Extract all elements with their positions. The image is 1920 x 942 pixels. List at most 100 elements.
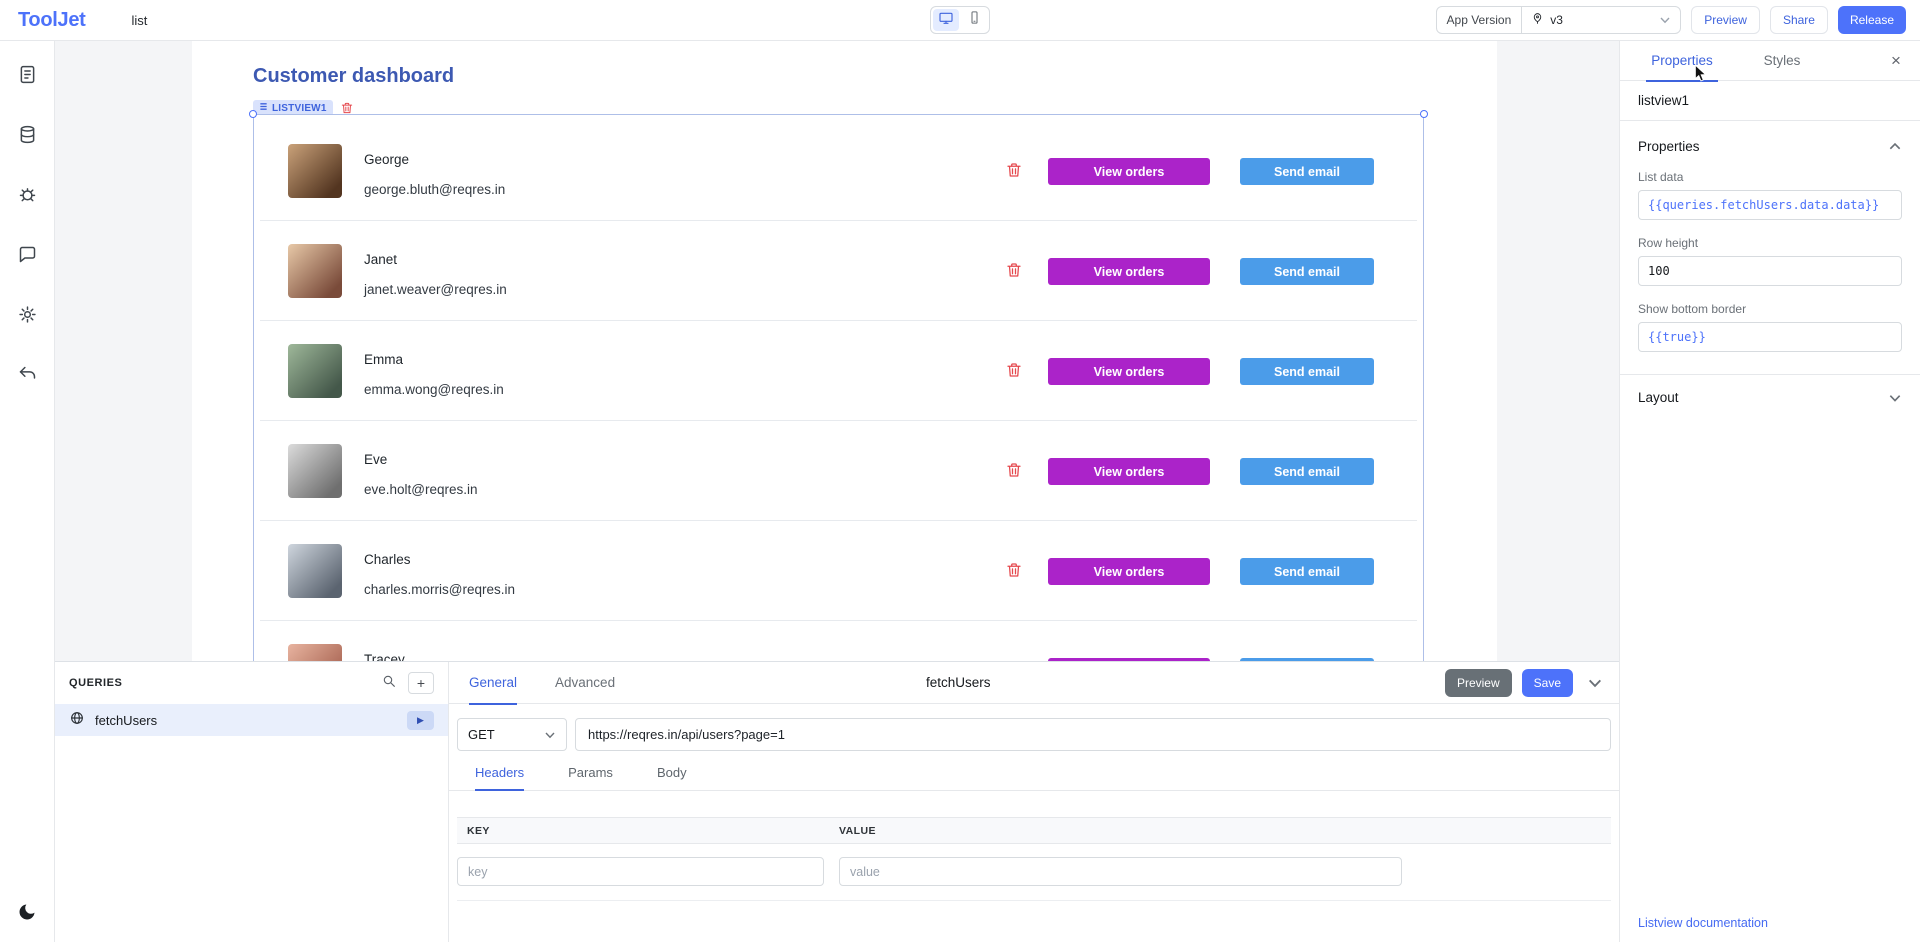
queries-list-pane: QUERIES + fetchUsers	[55, 662, 449, 942]
send-email-button[interactable]: Send email	[1240, 158, 1374, 185]
view-orders-button[interactable]: View orders	[1048, 458, 1210, 485]
preview-button[interactable]: Preview	[1691, 6, 1760, 34]
send-email-button[interactable]: Send email	[1240, 358, 1374, 385]
properties-section-header[interactable]: Properties	[1638, 139, 1902, 154]
app-name[interactable]: list	[132, 13, 148, 28]
layout-section-label: Layout	[1638, 390, 1679, 405]
listview-widget[interactable]: George george.bluth@reqres.in View order…	[253, 114, 1424, 661]
show-bottom-border-value: {{true}}	[1648, 330, 1706, 344]
close-icon[interactable]: ×	[1884, 51, 1908, 71]
app-canvas[interactable]: Customer dashboard LISTVIEW1	[192, 41, 1497, 661]
url-input[interactable]	[575, 718, 1611, 751]
settings-gear-icon[interactable]	[15, 302, 39, 326]
avatar	[288, 244, 342, 298]
avatar	[288, 644, 342, 661]
user-email: janet.weaver@reqres.in	[364, 282, 507, 297]
view-orders-button[interactable]: View orders	[1048, 158, 1210, 185]
trash-icon[interactable]	[1005, 461, 1023, 479]
row-height-input[interactable]: 100	[1638, 256, 1902, 286]
release-button[interactable]: Release	[1838, 6, 1906, 34]
avatar	[288, 144, 342, 198]
user-name: Charles	[364, 552, 411, 567]
resize-handle-top-right[interactable]	[1420, 110, 1428, 118]
comments-icon[interactable]	[15, 242, 39, 266]
trash-icon[interactable]	[1005, 161, 1023, 179]
tab-properties[interactable]: Properties	[1632, 41, 1732, 81]
header-value-input[interactable]	[839, 857, 1402, 886]
send-email-button[interactable]: Send email	[1240, 258, 1374, 285]
undo-icon[interactable]	[15, 362, 39, 386]
rest-api-icon	[69, 710, 85, 731]
send-email-button[interactable]: Send email	[1240, 558, 1374, 585]
field-label: Row height	[1638, 236, 1902, 250]
view-orders-button[interactable]: View orders	[1048, 358, 1210, 385]
datasources-icon[interactable]	[15, 122, 39, 146]
show-bottom-border-input[interactable]: {{true}}	[1638, 322, 1902, 352]
page-title[interactable]: Customer dashboard	[253, 65, 454, 88]
tab-params[interactable]: Params	[568, 765, 613, 790]
user-name: Emma	[364, 352, 403, 367]
properties-section-label: Properties	[1638, 139, 1700, 154]
version-dropdown[interactable]: v3	[1522, 12, 1680, 28]
trash-icon[interactable]	[1005, 561, 1023, 579]
search-query-button[interactable]	[376, 672, 402, 694]
send-email-button[interactable]: Send email	[1240, 458, 1374, 485]
listview-rows: George george.bluth@reqres.in View order…	[260, 121, 1417, 661]
request-tabs: Headers Params Body	[449, 751, 1619, 791]
query-panel: QUERIES + fetchUsers	[55, 661, 1619, 942]
desktop-view-button[interactable]	[933, 9, 959, 31]
layout-section-header[interactable]: Layout	[1638, 375, 1902, 420]
listview-documentation-link[interactable]: Listview documentation	[1638, 916, 1768, 930]
table-divider	[457, 900, 1611, 901]
user-email: george.bluth@reqres.in	[364, 182, 505, 197]
query-preview-button[interactable]: Preview	[1445, 669, 1512, 697]
user-email: eve.holt@reqres.in	[364, 482, 478, 497]
run-query-button[interactable]: ▶	[407, 711, 434, 730]
query-save-button[interactable]: Save	[1522, 669, 1573, 697]
tooljet-logo[interactable]: ToolJet	[18, 9, 86, 32]
debugger-icon[interactable]	[15, 182, 39, 206]
field-label: List data	[1638, 170, 1902, 184]
editor-canvas-area: Customer dashboard LISTVIEW1	[55, 41, 1619, 661]
tab-advanced[interactable]: Advanced	[555, 662, 615, 704]
trash-icon[interactable]	[1005, 361, 1023, 379]
add-query-button[interactable]: +	[408, 672, 434, 694]
trash-icon[interactable]	[1005, 261, 1023, 279]
view-orders-button[interactable]: View orders	[1048, 558, 1210, 585]
top-header: ToolJet list App Version	[0, 0, 1920, 41]
chevron-up-icon	[1888, 140, 1902, 154]
resize-handle-top-left[interactable]	[249, 110, 257, 118]
tab-styles[interactable]: Styles	[1732, 41, 1832, 81]
dark-mode-moon-icon[interactable]	[15, 900, 39, 924]
tab-body[interactable]: Body	[657, 765, 687, 790]
header-key-input[interactable]	[457, 857, 824, 886]
query-editor-header: General Advanced fetchUsers Preview Save	[449, 662, 1619, 704]
selected-query-name[interactable]: fetchUsers	[926, 662, 991, 704]
pages-icon[interactable]	[15, 62, 39, 86]
user-name: Tracey	[364, 652, 405, 661]
left-sidebar	[0, 41, 55, 942]
app-version-selector[interactable]: App Version v3	[1436, 6, 1682, 34]
device-toggle	[930, 6, 990, 34]
method-select[interactable]: GET	[457, 718, 567, 751]
list-item: Janet janet.weaver@reqres.in View orders…	[260, 221, 1417, 321]
tab-general[interactable]: General	[469, 662, 517, 704]
delete-widget-trash-icon[interactable]	[340, 101, 354, 115]
plus-icon: +	[417, 676, 425, 690]
mobile-view-button[interactable]	[961, 9, 987, 31]
view-orders-button[interactable]: View orders	[1048, 258, 1210, 285]
queries-actions: +	[376, 672, 434, 694]
play-icon: ▶	[417, 715, 424, 726]
share-button[interactable]: Share	[1770, 6, 1828, 34]
listview-icon	[259, 102, 268, 114]
collapse-panel-chevron-down-icon[interactable]	[1587, 675, 1603, 691]
avatar	[288, 344, 342, 398]
user-name: Eve	[364, 452, 387, 467]
key-column-header: KEY	[457, 825, 839, 837]
chevron-down-icon	[1888, 391, 1902, 405]
tab-headers[interactable]: Headers	[475, 765, 524, 790]
list-data-input[interactable]: {{queries.fetchUsers.data.data}}	[1638, 190, 1902, 220]
query-list-item[interactable]: fetchUsers ▶	[55, 704, 448, 736]
inspected-widget-name[interactable]: listview1	[1620, 81, 1920, 121]
list-item: Tracey View orders Send email	[260, 621, 1417, 661]
